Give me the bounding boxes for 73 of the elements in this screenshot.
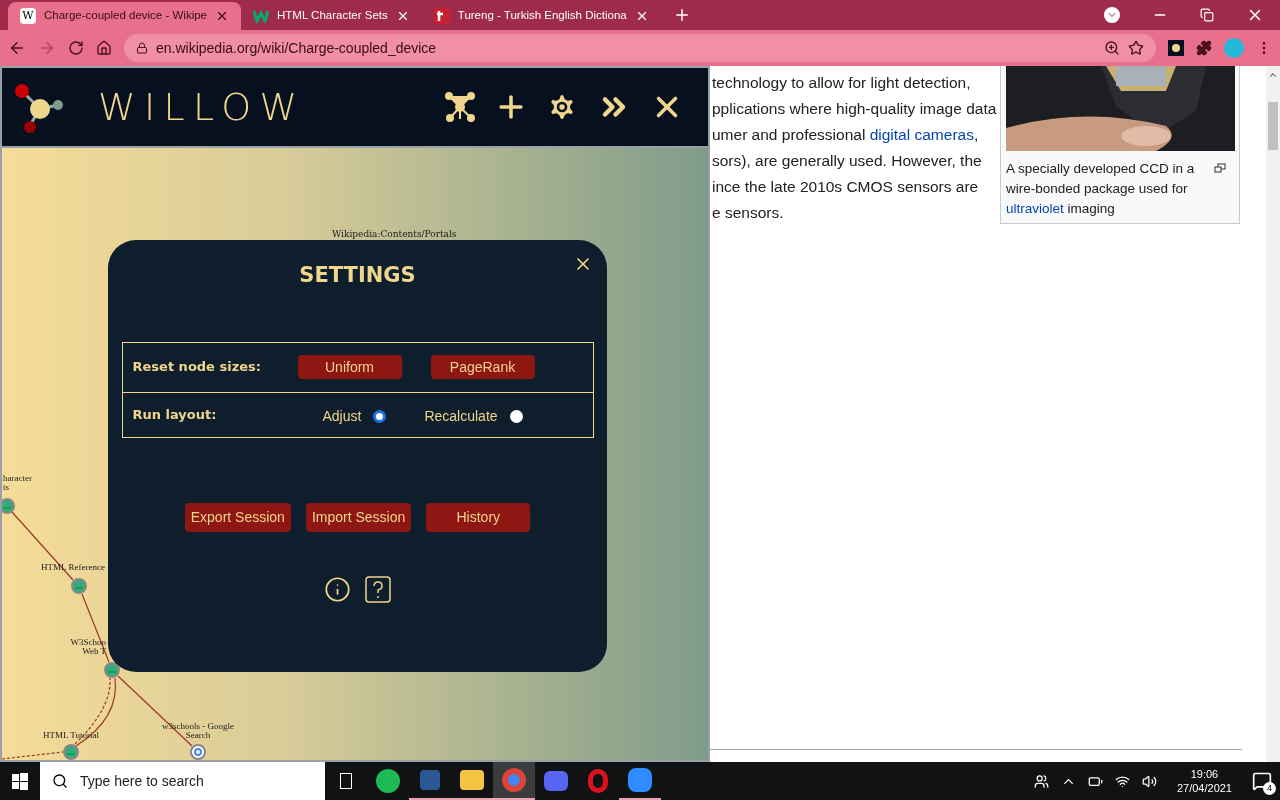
field-label: Run layout: bbox=[132, 405, 218, 424]
network-icon[interactable] bbox=[444, 91, 476, 123]
article-text: technology to allow for light detection, bbox=[712, 73, 972, 93]
wifi-icon[interactable] bbox=[1114, 773, 1130, 789]
close-tab-icon[interactable] bbox=[215, 9, 229, 23]
volume-icon[interactable] bbox=[1141, 773, 1157, 789]
scrollbar[interactable] bbox=[1266, 66, 1280, 762]
node-label: Wikipedia:Contents/Portals bbox=[332, 228, 457, 241]
node-label: Web T bbox=[82, 647, 106, 656]
lock-icon bbox=[136, 42, 148, 54]
node-label: Search bbox=[185, 731, 211, 740]
article-link[interactable]: digital cameras bbox=[869, 126, 974, 143]
people-icon[interactable] bbox=[1033, 773, 1049, 789]
page-node[interactable] bbox=[2, 498, 15, 514]
browser-tab[interactable]: HTML Character Sets bbox=[241, 2, 422, 30]
w3-icon bbox=[253, 9, 269, 23]
chrome-icon[interactable] bbox=[493, 762, 535, 800]
dialog-title: SETTINGS bbox=[299, 262, 416, 289]
clock-time[interactable]: 19:06 bbox=[1190, 767, 1219, 781]
article-text: ince the late 2010s CMOS sensors are bbox=[712, 177, 980, 197]
tab-search-icon[interactable] bbox=[1104, 7, 1120, 23]
zoom-icon[interactable] bbox=[1104, 40, 1120, 56]
tab-title: Tureng - Turkish English Dictiona bbox=[457, 8, 627, 24]
home-icon[interactable] bbox=[96, 40, 112, 56]
app-title: WILLOW bbox=[98, 83, 306, 131]
notification-count: 4 bbox=[1263, 782, 1276, 795]
tab-title: Charge-coupled device - Wikipe bbox=[44, 8, 207, 24]
page-node[interactable] bbox=[63, 744, 79, 760]
image-caption: A specially developed CCD in a wire-bonded package used for ultraviolet imaging bbox=[1006, 160, 1196, 218]
address-bar[interactable]: en.wikipedia.org/wiki/Charge-coupled_device bbox=[124, 34, 1156, 62]
browser-tab[interactable]: Tureng - Turkish English Dictiona bbox=[421, 2, 661, 30]
node-label: ts bbox=[3, 483, 9, 492]
article-text: umer and professional digital cameras, bbox=[712, 125, 980, 145]
wikipedia-icon: W bbox=[20, 8, 36, 24]
search-placeholder: Type here to search bbox=[80, 771, 204, 791]
tab-title: HTML Character Sets bbox=[277, 8, 388, 24]
size-button[interactable]: PageRank bbox=[430, 355, 535, 379]
info-icon[interactable] bbox=[324, 575, 351, 603]
article-text: e sensors. bbox=[712, 203, 785, 223]
session-button[interactable]: Import Session bbox=[305, 502, 412, 532]
article-text: pplications where high-quality image data bbox=[712, 99, 998, 119]
clock-date[interactable]: 27/04/2021 bbox=[1176, 781, 1232, 795]
session-button[interactable]: History bbox=[426, 502, 531, 532]
reload-icon[interactable] bbox=[68, 40, 84, 56]
radio-button[interactable] bbox=[373, 410, 387, 423]
field-label: Reset node sizes: bbox=[132, 358, 262, 377]
radio-button[interactable] bbox=[509, 410, 523, 423]
restore-icon[interactable] bbox=[1200, 8, 1214, 22]
size-button[interactable]: Uniform bbox=[297, 355, 402, 379]
extension-icon[interactable] bbox=[1168, 40, 1184, 56]
google-node[interactable] bbox=[190, 744, 206, 760]
search-icon bbox=[52, 773, 68, 789]
graph-edge bbox=[2, 751, 64, 760]
node-label: haracter bbox=[3, 474, 32, 483]
back-icon[interactable] bbox=[8, 39, 26, 57]
scroll-up-icon[interactable] bbox=[1268, 70, 1278, 80]
browser-tab[interactable]: W Charge-coupled device - Wikipe bbox=[8, 2, 241, 30]
extensions-icon[interactable] bbox=[1196, 40, 1212, 56]
help-icon[interactable] bbox=[365, 575, 391, 603]
page-node[interactable] bbox=[104, 662, 120, 678]
bookmark-star-icon[interactable] bbox=[1128, 40, 1144, 56]
enlarge-icon[interactable] bbox=[1214, 163, 1226, 173]
tureng-icon bbox=[433, 8, 450, 24]
caption-link[interactable]: ultraviolet bbox=[1006, 201, 1064, 216]
option-label: Recalculate bbox=[424, 407, 498, 426]
node-label: W3Schoo bbox=[70, 638, 106, 647]
article-text: sors), are generally used. However, the bbox=[712, 151, 983, 171]
url-text: en.wikipedia.org/wiki/Charge-coupled_device bbox=[156, 38, 438, 58]
scroll-thumb[interactable] bbox=[1268, 102, 1278, 150]
session-button[interactable]: Export Session bbox=[184, 502, 291, 532]
page-node[interactable] bbox=[71, 578, 87, 594]
option-label: Adjust bbox=[322, 407, 362, 426]
search-field[interactable]: Type here to search bbox=[40, 762, 325, 800]
